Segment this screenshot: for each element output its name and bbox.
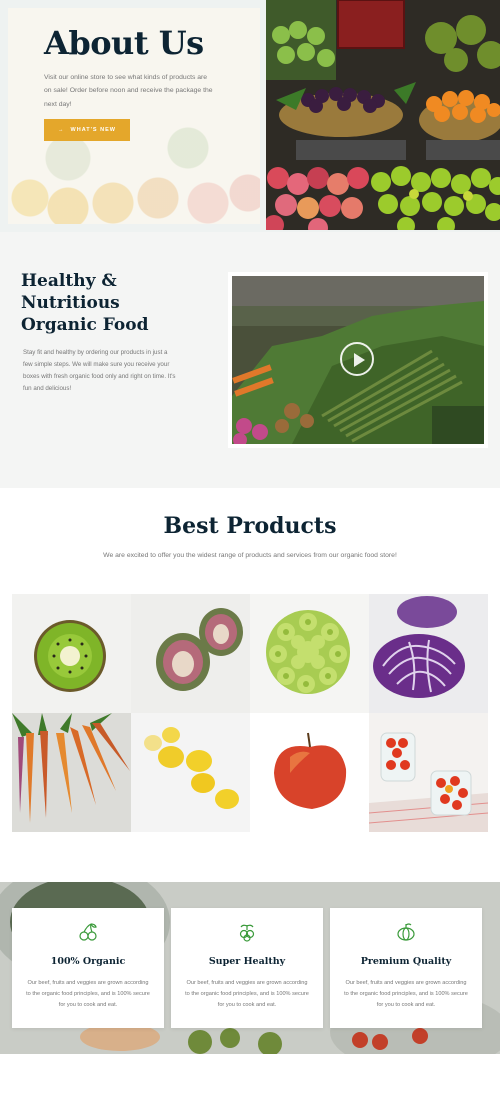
video-player[interactable]: [232, 276, 484, 444]
feature-card-organic: 100% Organic Our beef, fruits and veggie…: [12, 908, 164, 1028]
feature-card-healthy: Super Healthy Our beef, fruits and veggi…: [171, 908, 323, 1028]
cherry-tomatoes-image: [369, 713, 488, 832]
about-title: About Us: [44, 24, 204, 62]
features-section: 100% Organic Our beef, fruits and veggie…: [0, 882, 500, 1054]
product-red-cabbage[interactable]: [369, 594, 488, 713]
apple-image: [250, 713, 369, 832]
play-icon[interactable]: [340, 342, 374, 376]
feature-text: Our beef, fruits and veggies are grown a…: [26, 980, 150, 1008]
product-artichoke[interactable]: [131, 594, 250, 713]
market-photo: [266, 0, 500, 230]
feature-title: Super Healthy: [208, 956, 286, 967]
market-produce-image: [266, 0, 500, 230]
red-cabbage-image: [369, 594, 488, 713]
lemons-image: [131, 713, 250, 832]
feature-text: Our beef, fruits and veggies are grown a…: [344, 980, 468, 1008]
whats-new-label: WHAT'S NEW: [70, 127, 116, 133]
healthy-text: Stay fit and healthy by ordering our pro…: [23, 349, 176, 392]
best-products-title: Best Products: [163, 513, 337, 539]
kiwi-image: [12, 594, 131, 713]
about-text: Visit our online store to see what kinds…: [44, 74, 213, 108]
feature-card-quality: Premium Quality Our beef, fruits and veg…: [330, 908, 482, 1028]
healthy-section: Healthy & Nutritious Organic Food Stay f…: [0, 232, 500, 488]
product-cherry-tomatoes[interactable]: [369, 713, 488, 832]
product-carrots[interactable]: [12, 713, 131, 832]
romanesco-image: [250, 594, 369, 713]
feature-title: 100% Organic: [50, 956, 126, 967]
page-bottom: [0, 1054, 500, 1113]
product-kiwi[interactable]: [12, 594, 131, 713]
about-section: About Us Visit our online store to see w…: [0, 0, 500, 232]
carrots-image: [12, 713, 131, 832]
arrow-right-icon: →: [58, 127, 65, 133]
feature-text: Our beef, fruits and veggies are grown a…: [185, 980, 309, 1008]
product-apple[interactable]: [250, 713, 369, 832]
best-products-subtitle: We are excited to offer you the widest r…: [103, 552, 397, 559]
pumpkin-icon: [397, 923, 415, 941]
best-products-section: Best Products We are excited to offer yo…: [0, 488, 500, 882]
cherries-icon: [79, 923, 97, 941]
whats-new-button[interactable]: → WHAT'S NEW: [44, 119, 130, 141]
product-romanesco[interactable]: [250, 594, 369, 713]
healthy-title: Healthy & Nutritious Organic Food: [21, 271, 149, 335]
product-lemons[interactable]: [131, 713, 250, 832]
berries-icon: [239, 924, 255, 942]
product-grid: [12, 594, 488, 832]
feature-title: Premium Quality: [360, 956, 452, 967]
video-frame: [228, 272, 488, 448]
artichoke-image: [131, 594, 250, 713]
